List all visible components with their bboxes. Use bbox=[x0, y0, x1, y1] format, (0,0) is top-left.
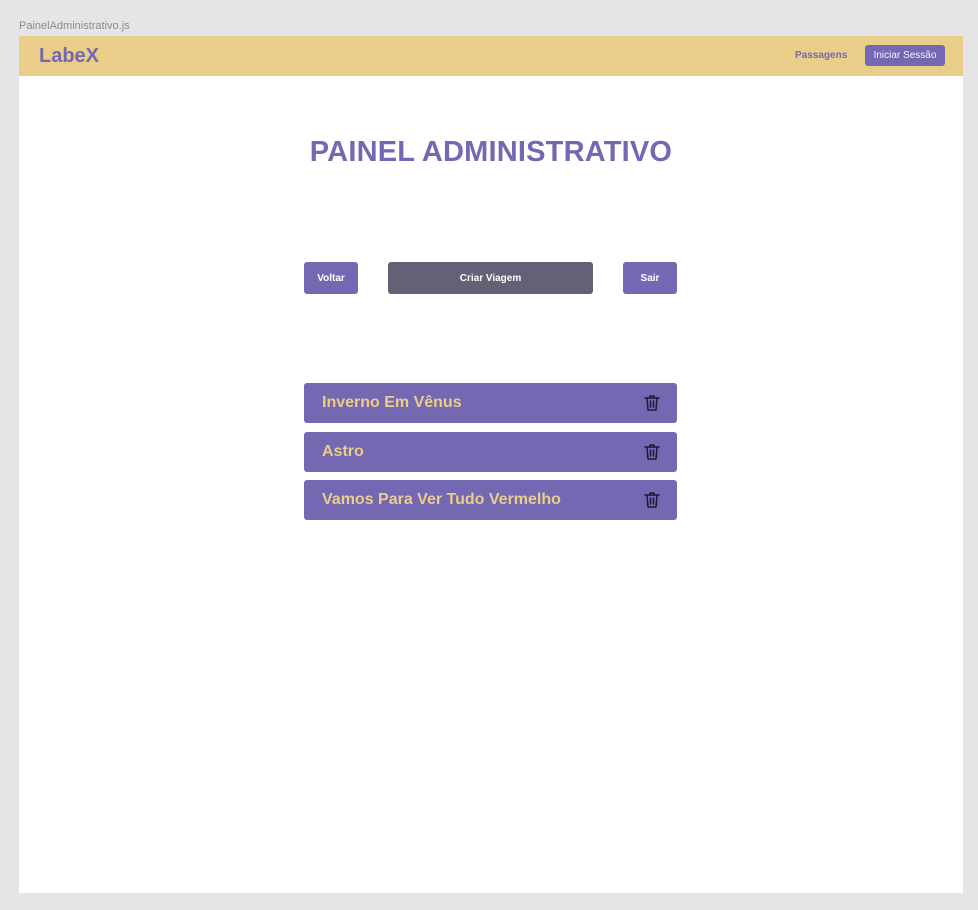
back-button[interactable]: Voltar bbox=[304, 262, 358, 294]
login-button[interactable]: Iniciar Sessão bbox=[865, 45, 945, 66]
trip-item[interactable]: Astro bbox=[304, 431, 677, 472]
create-trip-button[interactable]: Criar Viagem bbox=[388, 262, 593, 294]
trip-item[interactable]: Inverno Em Vênus bbox=[304, 383, 677, 423]
page-title: PAINEL ADMINISTRATIVO bbox=[309, 136, 673, 168]
trip-name: Astro bbox=[322, 442, 364, 460]
trip-item[interactable]: Vamos Para Ver Tudo Vermelho bbox=[304, 480, 677, 520]
trash-icon[interactable] bbox=[642, 490, 662, 510]
page: LabeX Passagens Iniciar Sessão PAINEL AD… bbox=[19, 36, 963, 893]
exit-button[interactable]: Sair bbox=[623, 262, 677, 294]
trip-name: Inverno Em Vênus bbox=[322, 394, 462, 411]
frame-label: PainelAdministrativo.js bbox=[19, 20, 130, 32]
trash-icon[interactable] bbox=[642, 442, 662, 462]
brand-logo[interactable]: LabeX bbox=[39, 45, 99, 68]
trash-icon[interactable] bbox=[642, 393, 662, 413]
nav-link-passagens[interactable]: Passagens bbox=[795, 50, 847, 61]
trip-name: Vamos Para Ver Tudo Vermelho bbox=[322, 491, 561, 508]
navbar: LabeX Passagens Iniciar Sessão bbox=[19, 36, 963, 76]
trip-list: Inverno Em Vênus Astro Vamos Para Ver Tu… bbox=[304, 383, 677, 529]
